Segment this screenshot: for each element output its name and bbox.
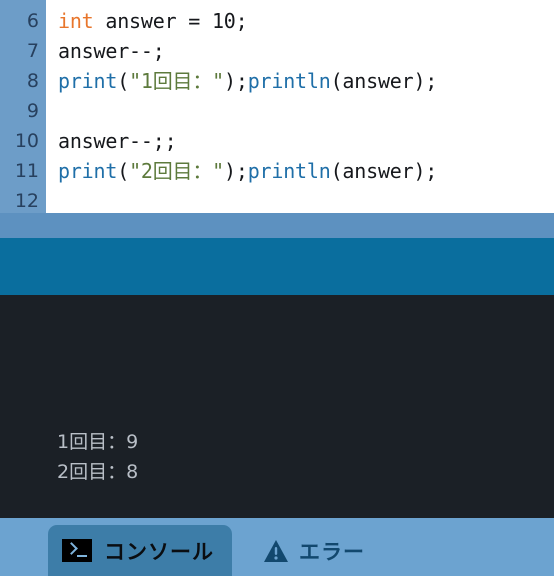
code-token-plain: ( — [117, 159, 130, 183]
console-output-line: 2回目：8 — [57, 461, 139, 483]
line-number: 7 — [26, 40, 39, 62]
terminal-icon — [62, 539, 92, 562]
code-token-string: "2回目：" — [129, 159, 224, 183]
code-line[interactable]: answer--; — [58, 36, 165, 66]
code-token-string: "1回目：" — [129, 69, 224, 93]
code-text-area[interactable]: int answer = 10; answer--; print("1回目：")… — [46, 0, 554, 213]
warning-triangle-icon — [263, 539, 289, 563]
code-token-plain: answer--;; — [58, 129, 177, 153]
code-token-plain: (answer); — [330, 159, 438, 183]
line-number: 9 — [26, 100, 39, 122]
editor-console-divider-light — [0, 213, 554, 238]
code-line[interactable]: print("2回目：");println(answer); — [58, 156, 437, 186]
code-line[interactable]: answer--;; — [58, 126, 177, 156]
tab-error[interactable]: エラー — [255, 525, 379, 576]
code-token-plain: answer--; — [58, 39, 165, 63]
code-line[interactable]: int answer = 10; — [58, 6, 248, 36]
code-line[interactable]: print("1回目：");println(answer); — [58, 66, 437, 96]
code-token-plain: ( — [117, 69, 130, 93]
console-output-panel[interactable]: 1回目：9 2回目：8 — [0, 295, 554, 518]
code-token-plain: answer = 10; — [93, 9, 248, 33]
line-number: 8 — [26, 70, 39, 92]
code-token-plain: ); — [224, 69, 248, 93]
code-token-plain: ); — [224, 159, 248, 183]
code-editor[interactable]: 6 7 8 9 10 11 12 int answer = 10; answer… — [0, 0, 554, 213]
tab-error-label: エラー — [299, 539, 365, 564]
code-editor-app: 6 7 8 9 10 11 12 int answer = 10; answer… — [0, 0, 554, 576]
toolbar-band — [0, 238, 554, 295]
tab-console-label: コンソール — [104, 539, 214, 564]
code-token-function: println — [247, 159, 331, 183]
tab-console[interactable]: コンソール — [48, 525, 232, 576]
code-token-function: println — [247, 69, 331, 93]
code-token-plain: (answer); — [330, 69, 438, 93]
line-number: 12 — [14, 190, 39, 212]
line-number-gutter: 6 7 8 9 10 11 12 — [0, 0, 46, 213]
code-token-function: print — [58, 159, 118, 183]
code-token-function: print — [58, 69, 118, 93]
line-number: 6 — [26, 10, 39, 32]
console-output-line: 1回目：9 — [57, 431, 139, 453]
line-number: 10 — [14, 130, 39, 152]
code-token-keyword: int — [58, 9, 94, 33]
console-tab-bar: コンソール エラー — [0, 518, 554, 576]
line-number: 11 — [14, 160, 39, 182]
